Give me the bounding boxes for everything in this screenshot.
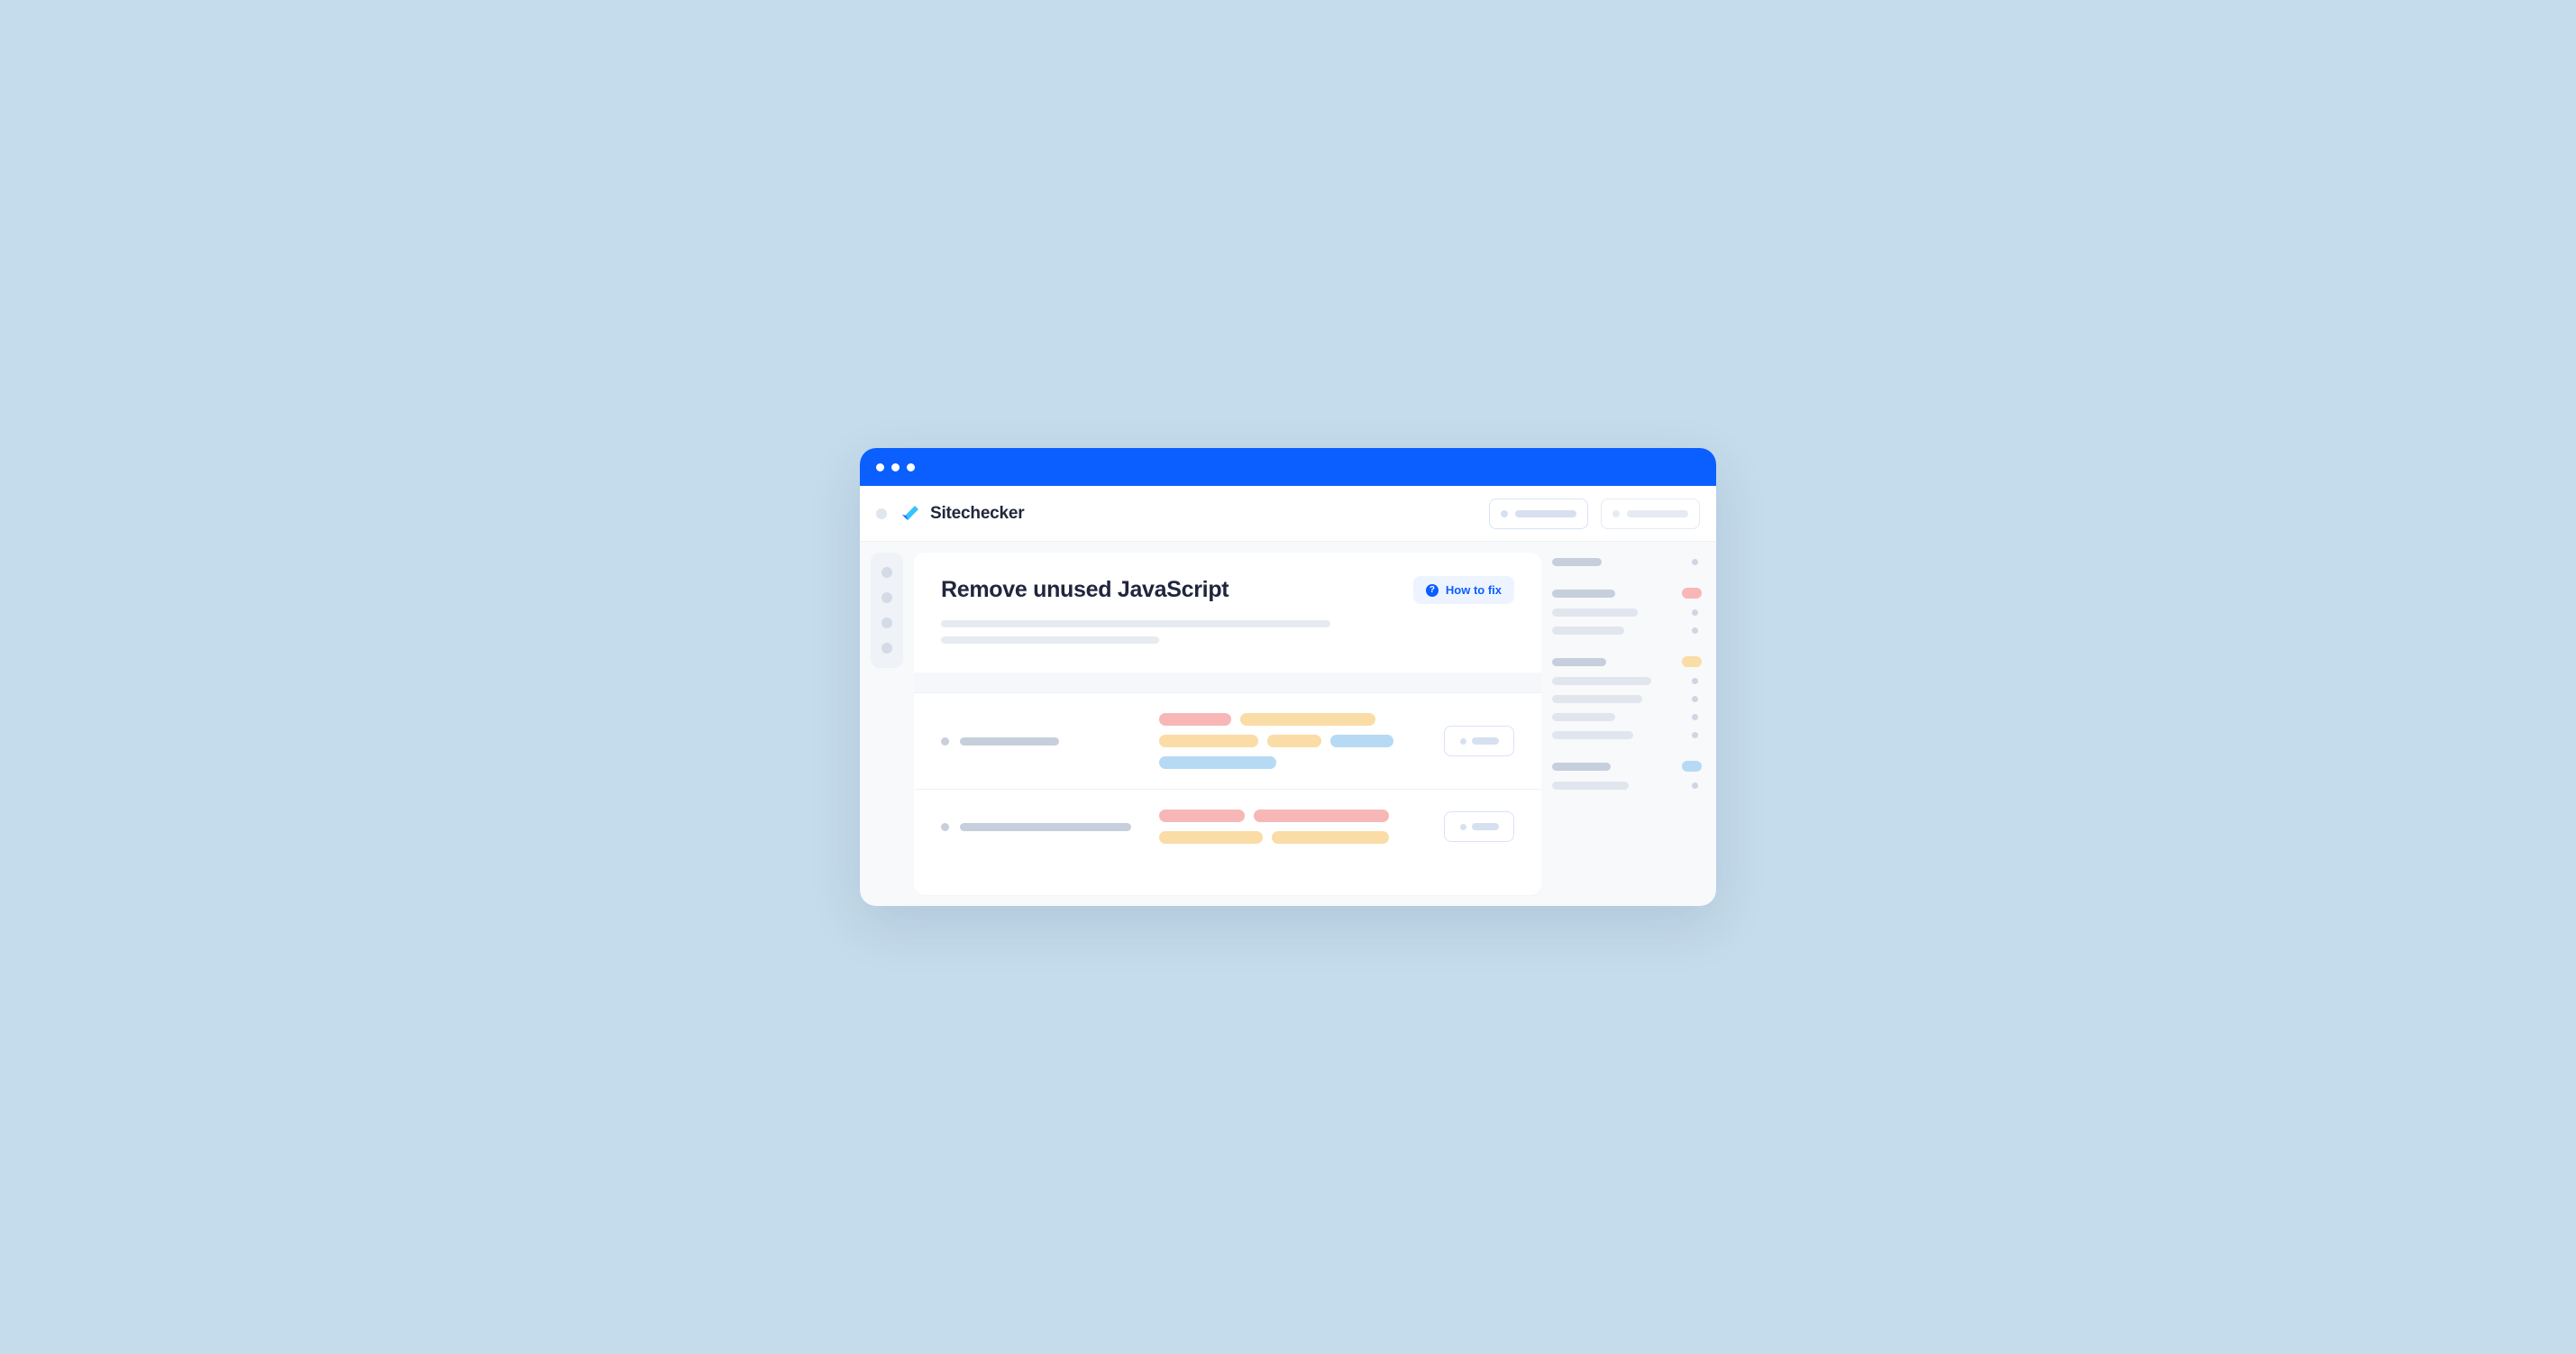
summary-heading-placeholder [1552, 763, 1611, 771]
brand-logo[interactable]: Sitechecker [900, 503, 1024, 525]
summary-sidebar [1552, 553, 1705, 790]
summary-group [1552, 761, 1702, 790]
tag-chip [1159, 735, 1258, 747]
checkmark-icon [900, 503, 921, 525]
summary-group [1552, 558, 1702, 566]
summary-label-placeholder [1552, 558, 1602, 566]
row-action-button[interactable] [1444, 811, 1514, 842]
row-url-placeholder [960, 737, 1059, 746]
window-control-close[interactable] [876, 463, 884, 471]
tag-chip [1159, 810, 1245, 822]
row-tags [1159, 713, 1424, 769]
window-control-maximize[interactable] [907, 463, 915, 471]
summary-count-placeholder [1692, 559, 1698, 565]
help-icon: ? [1426, 584, 1439, 597]
status-badge-warning [1682, 656, 1702, 667]
row-action-button[interactable] [1444, 726, 1514, 756]
tag-chip [1159, 831, 1263, 844]
browser-window: Sitechecker Remove unused JavaScript ? H… [860, 448, 1716, 906]
issue-row [914, 692, 1541, 789]
toolbar-primary-button[interactable] [1489, 499, 1588, 529]
row-status-icon [941, 823, 949, 831]
issue-row [914, 789, 1541, 864]
description-placeholder [941, 636, 1159, 644]
summary-item-placeholder[interactable] [1552, 677, 1651, 685]
toolbar-secondary-button[interactable] [1601, 499, 1700, 529]
row-status-icon [941, 737, 949, 746]
window-titlebar [860, 448, 1716, 486]
summary-item-placeholder[interactable] [1552, 731, 1633, 739]
tag-chip [1330, 735, 1393, 747]
summary-item-placeholder[interactable] [1552, 695, 1642, 703]
how-to-fix-button[interactable]: ? How to fix [1413, 576, 1514, 604]
main-panel: Remove unused JavaScript ? How to fix [914, 553, 1541, 895]
page-title: Remove unused JavaScript [941, 577, 1229, 603]
app-body: Remove unused JavaScript ? How to fix [860, 542, 1716, 906]
menu-icon[interactable] [876, 508, 887, 519]
row-tags [1159, 810, 1424, 844]
status-badge-info [1682, 761, 1702, 772]
status-badge-critical [1682, 588, 1702, 599]
tag-chip [1254, 810, 1389, 822]
sidebar-item[interactable] [882, 567, 892, 578]
summary-group [1552, 588, 1702, 635]
row-url-placeholder [960, 823, 1131, 831]
brand-name: Sitechecker [930, 504, 1024, 524]
app-toolbar: Sitechecker [860, 486, 1716, 542]
window-control-minimize[interactable] [891, 463, 900, 471]
tag-chip [1272, 831, 1389, 844]
sidebar-nav [871, 553, 903, 668]
summary-item-placeholder[interactable] [1552, 608, 1638, 617]
summary-group [1552, 656, 1702, 739]
summary-item-placeholder[interactable] [1552, 782, 1629, 790]
summary-item-placeholder[interactable] [1552, 713, 1615, 721]
description-placeholder [941, 620, 1330, 627]
how-to-fix-label: How to fix [1446, 583, 1502, 597]
summary-heading-placeholder [1552, 658, 1606, 666]
sidebar-item[interactable] [882, 643, 892, 654]
tag-chip [1159, 713, 1231, 726]
tag-chip [1240, 713, 1375, 726]
issue-header: Remove unused JavaScript ? How to fix [914, 553, 1541, 672]
tag-chip [1159, 756, 1276, 769]
sidebar-item[interactable] [882, 592, 892, 603]
filter-bar [914, 672, 1541, 692]
sidebar-item[interactable] [882, 618, 892, 628]
summary-heading-placeholder [1552, 590, 1615, 598]
tag-chip [1267, 735, 1321, 747]
summary-item-placeholder[interactable] [1552, 627, 1624, 635]
